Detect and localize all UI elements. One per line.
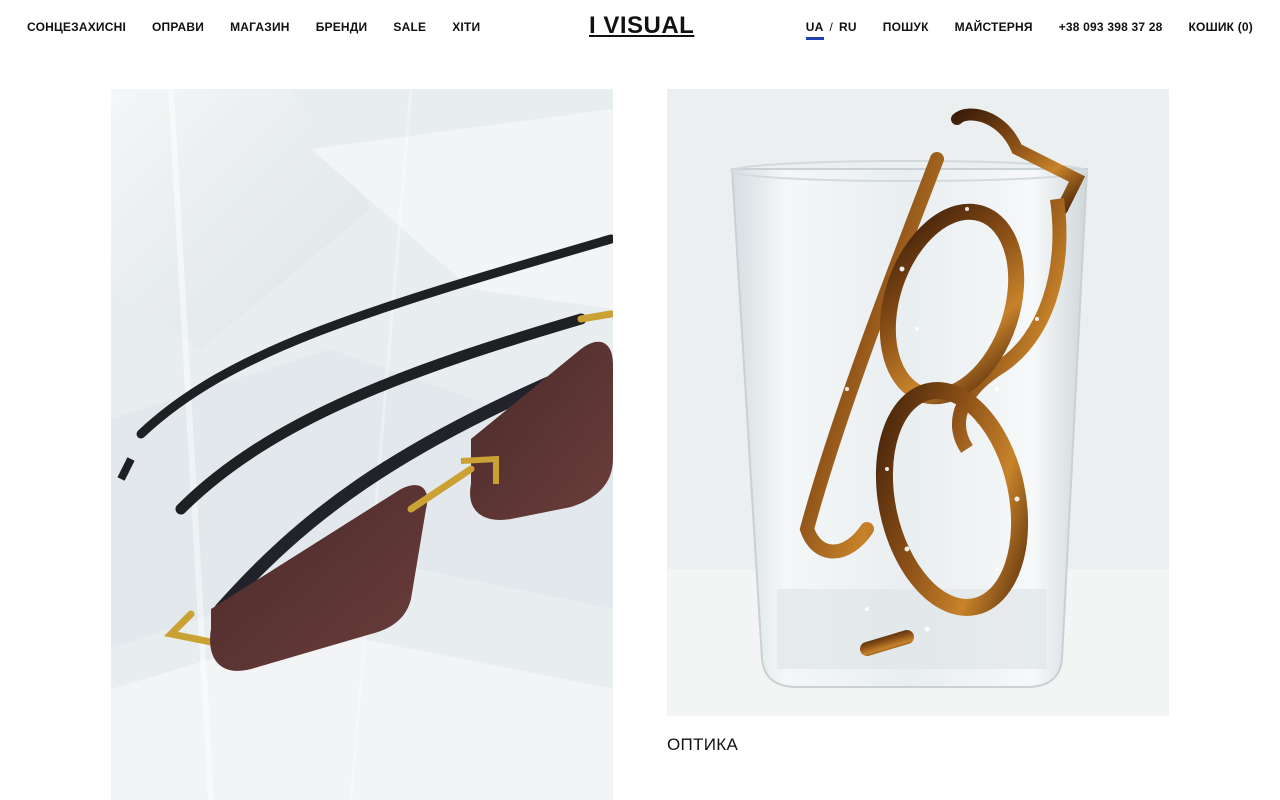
category-card-optics[interactable] <box>667 89 1169 716</box>
sunglasses-photo <box>111 89 613 800</box>
lang-separator: / <box>829 20 834 34</box>
search-link[interactable]: ПОШУК <box>883 19 929 35</box>
nav-brands[interactable]: БРЕНДИ <box>316 19 368 35</box>
lang-ua-link[interactable]: UA <box>805 19 824 40</box>
nav-frames[interactable]: ОПРАВИ <box>152 19 204 35</box>
main-nav: СОНЦЕЗАХИСНІ ОПРАВИ МАГАЗИН БРЕНДИ SALE … <box>27 19 506 35</box>
site-header: СОНЦЕЗАХИСНІ ОПРАВИ МАГАЗИН БРЕНДИ SALE … <box>0 0 1280 54</box>
cart-link[interactable]: КОШИК (0) <box>1189 19 1253 35</box>
nav-sale[interactable]: SALE <box>393 19 426 35</box>
category-card-sunglasses[interactable] <box>111 89 613 800</box>
site-logo[interactable]: I VISUAL <box>589 12 694 40</box>
nav-sunglasses[interactable]: СОНЦЕЗАХИСНІ <box>27 19 126 35</box>
optics-photo <box>667 89 1169 716</box>
utility-nav: UA / RU ПОШУК МАЙСТЕРНЯ +38 093 398 37 2… <box>805 19 1253 40</box>
nav-hits[interactable]: ХІТИ <box>452 19 480 35</box>
workshop-link[interactable]: МАЙСТЕРНЯ <box>955 19 1033 35</box>
category-title-optics[interactable]: ОПТИКА <box>667 735 738 755</box>
lang-ru-link[interactable]: RU <box>839 19 857 35</box>
phone-link[interactable]: +38 093 398 37 28 <box>1059 19 1163 35</box>
language-switcher: UA / RU <box>805 19 857 40</box>
nav-store[interactable]: МАГАЗИН <box>230 19 290 35</box>
